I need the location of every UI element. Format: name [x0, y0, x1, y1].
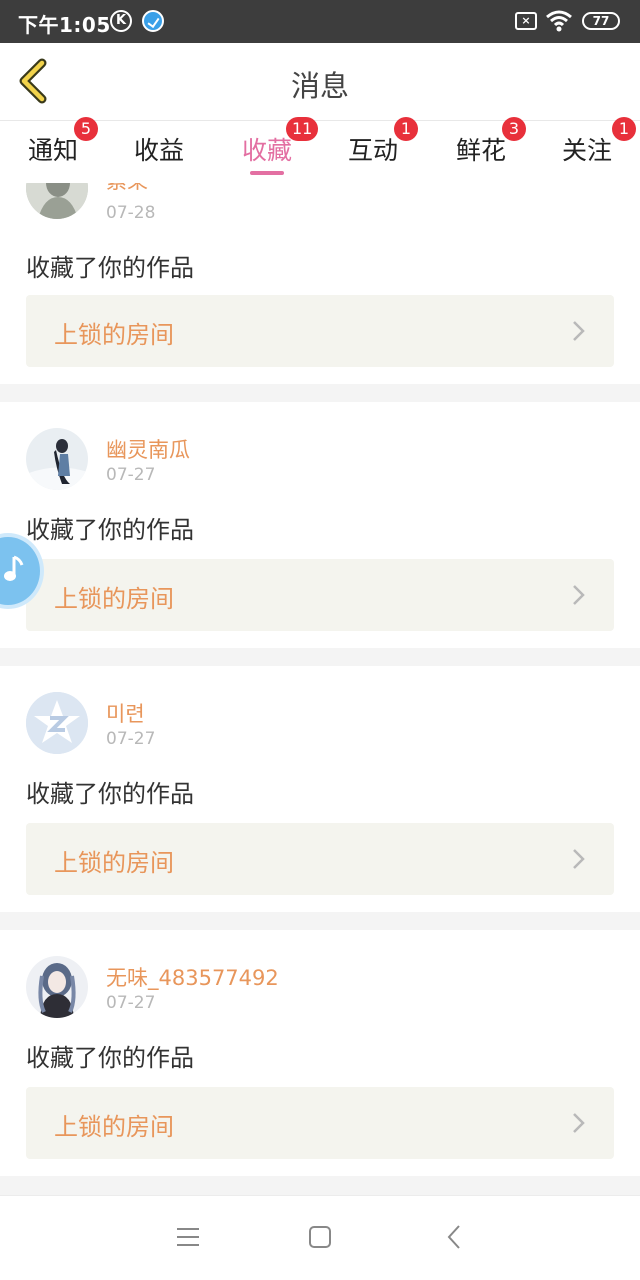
home-icon[interactable]	[305, 1222, 335, 1252]
tab-earnings[interactable]: 收益	[106, 121, 212, 183]
chevron-right-icon	[573, 849, 585, 869]
tab-favorites[interactable]: 收藏 11	[214, 117, 320, 183]
avatar[interactable]	[26, 692, 88, 754]
status-time: 下午1:05	[18, 13, 111, 37]
username[interactable]: 无味_483577492	[106, 962, 279, 992]
work-title: 上锁的房间	[54, 1113, 174, 1141]
tab-bar: 通知 5 收益 收藏 11 互动 1 鲜花 3 关注 1	[0, 117, 640, 183]
menu-icon[interactable]	[173, 1222, 203, 1252]
back-nav-icon[interactable]	[440, 1222, 470, 1252]
message-action-text: 收藏了你的作品	[26, 1044, 194, 1072]
tab-badge: 1	[394, 117, 418, 141]
tab-flowers[interactable]: 鲜花 3	[428, 117, 534, 183]
message-action-text: 收藏了你的作品	[26, 780, 194, 808]
message-action-text: 收藏了你的作品	[26, 254, 194, 282]
message-date: 07-27	[106, 729, 156, 749]
header: 消息	[0, 43, 640, 121]
message-action-text: 收藏了你的作品	[26, 516, 194, 544]
avatar[interactable]	[26, 428, 88, 490]
work-title: 上锁的房间	[54, 585, 174, 613]
chevron-right-icon	[573, 1113, 585, 1133]
music-note-icon	[4, 555, 24, 581]
wifi-icon	[546, 10, 572, 32]
work-link[interactable]: 上锁的房间	[26, 1087, 614, 1159]
tab-following[interactable]: 关注 1	[534, 117, 640, 183]
app-notification-icon	[142, 10, 164, 32]
username[interactable]: 미련	[106, 698, 145, 728]
work-link[interactable]: 上锁的房间	[26, 295, 614, 367]
system-nav-bar	[0, 1195, 640, 1280]
battery-icon: 77	[582, 12, 620, 30]
chevron-right-icon	[573, 585, 585, 605]
message-card: 幽灵南瓜 07-27 收藏了你的作品 上锁的房间	[0, 402, 640, 648]
chevron-right-icon	[573, 321, 585, 341]
message-date: 07-27	[106, 993, 156, 1013]
message-date: 07-27	[106, 465, 156, 485]
tab-badge: 3	[502, 117, 526, 141]
message-date: 07-28	[106, 203, 156, 223]
work-title: 上锁的房间	[54, 849, 174, 877]
avatar[interactable]	[26, 183, 88, 219]
work-title: 上锁的房间	[54, 321, 174, 349]
avatar[interactable]	[26, 956, 88, 1018]
work-link[interactable]: 上锁的房间	[26, 559, 614, 631]
tab-interactions[interactable]: 互动 1	[320, 117, 426, 183]
tab-label: 收益	[133, 136, 184, 165]
message-card: 素果 07-28 收藏了你的作品 上锁的房间	[0, 183, 640, 384]
tab-badge: 11	[286, 117, 319, 141]
tab-notifications[interactable]: 通知 5	[0, 117, 106, 183]
username[interactable]: 素果	[106, 183, 148, 195]
message-list[interactable]: 素果 07-28 收藏了你的作品 上锁的房间 幽灵南瓜 07-27 收藏了你的作…	[0, 183, 640, 1195]
active-tab-indicator	[250, 171, 284, 175]
status-bar: 下午1:05 K × 77	[0, 0, 640, 43]
k-app-icon: K	[110, 10, 132, 32]
page-title: 消息	[290, 69, 349, 103]
message-card: 미련 07-27 收藏了你的作品 上锁的房间	[0, 666, 640, 912]
message-card: 无味_483577492 07-27 收藏了你的作品 上锁的房间	[0, 930, 640, 1176]
no-sim-icon: ×	[515, 12, 537, 30]
tab-badge: 5	[74, 117, 98, 141]
tab-badge: 1	[612, 117, 636, 141]
work-link[interactable]: 上锁的房间	[26, 823, 614, 895]
username[interactable]: 幽灵南瓜	[106, 434, 190, 464]
